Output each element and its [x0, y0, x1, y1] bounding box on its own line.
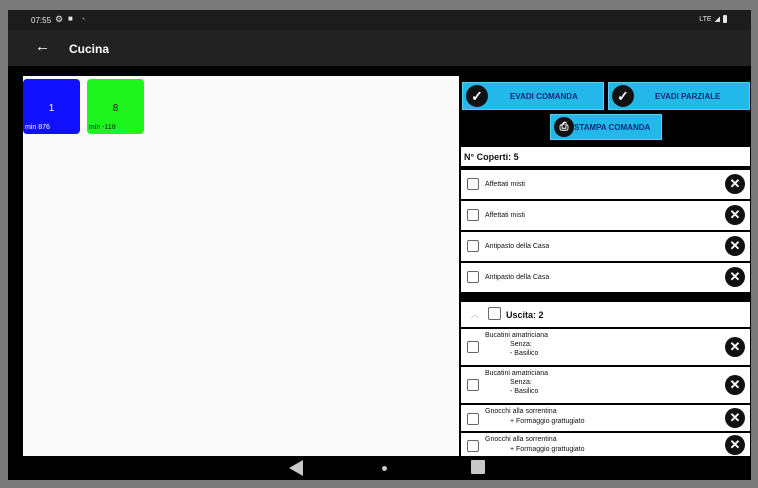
covers-count: N° Coperti: 5 — [461, 147, 750, 166]
order-number: 1 — [48, 103, 55, 114]
item-modifier: + Formaggio grattugiato — [510, 446, 585, 453]
item-name: Antipasto della Casa — [485, 243, 550, 250]
item-checkbox[interactable] — [467, 209, 479, 221]
status-time: 07:55 — [31, 16, 52, 25]
wifi-icon: ◔ — [80, 14, 86, 24]
course-group-header[interactable]: ︿ Uscita: 2 — [461, 302, 750, 327]
item-name: Antipasto della Casa — [485, 274, 550, 281]
item-checkbox[interactable] — [467, 178, 479, 190]
check-circle-icon: ✓ — [612, 85, 634, 107]
delete-item-icon[interactable]: ✕ — [725, 435, 745, 455]
order-tile[interactable]: 8 min -118 — [87, 79, 144, 134]
network-type: LTE — [699, 15, 712, 23]
item-modifier: + Formaggio grattugiato — [510, 418, 585, 425]
battery-icon — [723, 15, 727, 23]
stampa-comanda-label: STAMPA COMANDA — [574, 123, 651, 132]
delete-item-icon[interactable]: ✕ — [725, 205, 745, 225]
check-circle-icon: ✓ — [466, 85, 488, 107]
order-item-row: Bucatini amatriciana Senza: - Basilico ✕ — [461, 367, 750, 403]
item-checkbox[interactable] — [467, 413, 479, 425]
order-minutes: min -118 — [89, 124, 116, 131]
order-item-row: Antipasto della Casa ✕ — [461, 263, 750, 292]
notification-a-icon: ■ — [68, 14, 73, 23]
printer-icon: ⎙ — [554, 117, 574, 137]
delete-item-icon[interactable]: ✕ — [725, 375, 745, 395]
order-item-row: Antipasto della Casa ✕ — [461, 232, 750, 261]
evadi-comanda-label: EVADI COMANDA — [510, 92, 578, 101]
delete-item-icon[interactable]: ✕ — [725, 236, 745, 256]
item-checkbox[interactable] — [467, 341, 479, 353]
nav-recents-icon[interactable] — [471, 460, 485, 474]
delete-item-icon[interactable]: ✕ — [725, 267, 745, 287]
orders-grid: 1 min 876 8 min -118 — [23, 76, 459, 456]
page-title: Cucina — [69, 42, 110, 56]
item-modifier-label: Senza: — [510, 341, 532, 348]
group-checkbox[interactable] — [488, 307, 501, 320]
stampa-comanda-button[interactable]: ⎙ STAMPA COMANDA — [550, 114, 662, 140]
item-checkbox[interactable] — [467, 440, 479, 452]
status-bar: 07:55 ⚙ ■ ◔ LTE ◢ — [8, 10, 751, 30]
back-arrow-icon[interactable]: ← — [35, 38, 50, 55]
item-modifier: - Basilico — [510, 350, 539, 357]
order-detail-panel: ✓ EVADI COMANDA ✓ EVADI PARZIALE ⎙ STAMP… — [460, 76, 751, 456]
order-item-row: Affettati misti ✕ — [461, 170, 750, 199]
evadi-comanda-button[interactable]: ✓ EVADI COMANDA — [462, 82, 604, 110]
item-checkbox[interactable] — [467, 379, 479, 391]
app-bar: ← Cucina — [8, 30, 751, 66]
system-nav-bar — [8, 456, 751, 480]
order-item-row: Affettati misti ✕ — [461, 201, 750, 230]
item-name: Affettati misti — [485, 181, 525, 188]
item-name: Bucatini amatriciana — [485, 370, 549, 377]
item-checkbox[interactable] — [467, 240, 479, 252]
item-name: Gnocchi alla sorrentina — [485, 436, 557, 443]
order-item-row: Gnocchi alla sorrentina + Formaggio grat… — [461, 433, 750, 456]
delete-item-icon[interactable]: ✕ — [725, 174, 745, 194]
order-tile[interactable]: 1 min 876 — [23, 79, 80, 134]
item-name: Affettati misti — [485, 212, 525, 219]
item-modifier: - Basilico — [510, 388, 539, 395]
order-minutes: min 876 — [25, 124, 50, 131]
order-number: 8 — [112, 103, 119, 114]
evadi-parziale-label: EVADI PARZIALE — [655, 92, 721, 101]
item-name: Bucatini amatriciana — [485, 332, 549, 339]
course-label: Uscita: 2 — [506, 310, 544, 320]
status-right: LTE ◢ — [699, 15, 727, 23]
delete-item-icon[interactable]: ✕ — [725, 337, 745, 357]
order-item-row: Bucatini amatriciana Senza: - Basilico ✕ — [461, 329, 750, 365]
nav-back-icon[interactable] — [289, 460, 303, 476]
evadi-parziale-button[interactable]: ✓ EVADI PARZIALE — [608, 82, 750, 110]
item-name: Gnocchi alla sorrentina — [485, 408, 557, 415]
tablet-screen: 07:55 ⚙ ■ ◔ LTE ◢ ← Cucina 1 min 876 8 m… — [8, 10, 751, 480]
settings-gear-icon: ⚙ — [55, 14, 64, 24]
signal-icon: ◢ — [714, 16, 720, 23]
chevron-up-icon[interactable]: ︿ — [471, 309, 479, 320]
delete-item-icon[interactable]: ✕ — [725, 408, 745, 428]
nav-home-icon[interactable] — [382, 466, 387, 471]
item-checkbox[interactable] — [467, 271, 479, 283]
order-item-row: Gnocchi alla sorrentina + Formaggio grat… — [461, 405, 750, 431]
item-modifier-label: Senza: — [510, 379, 532, 386]
